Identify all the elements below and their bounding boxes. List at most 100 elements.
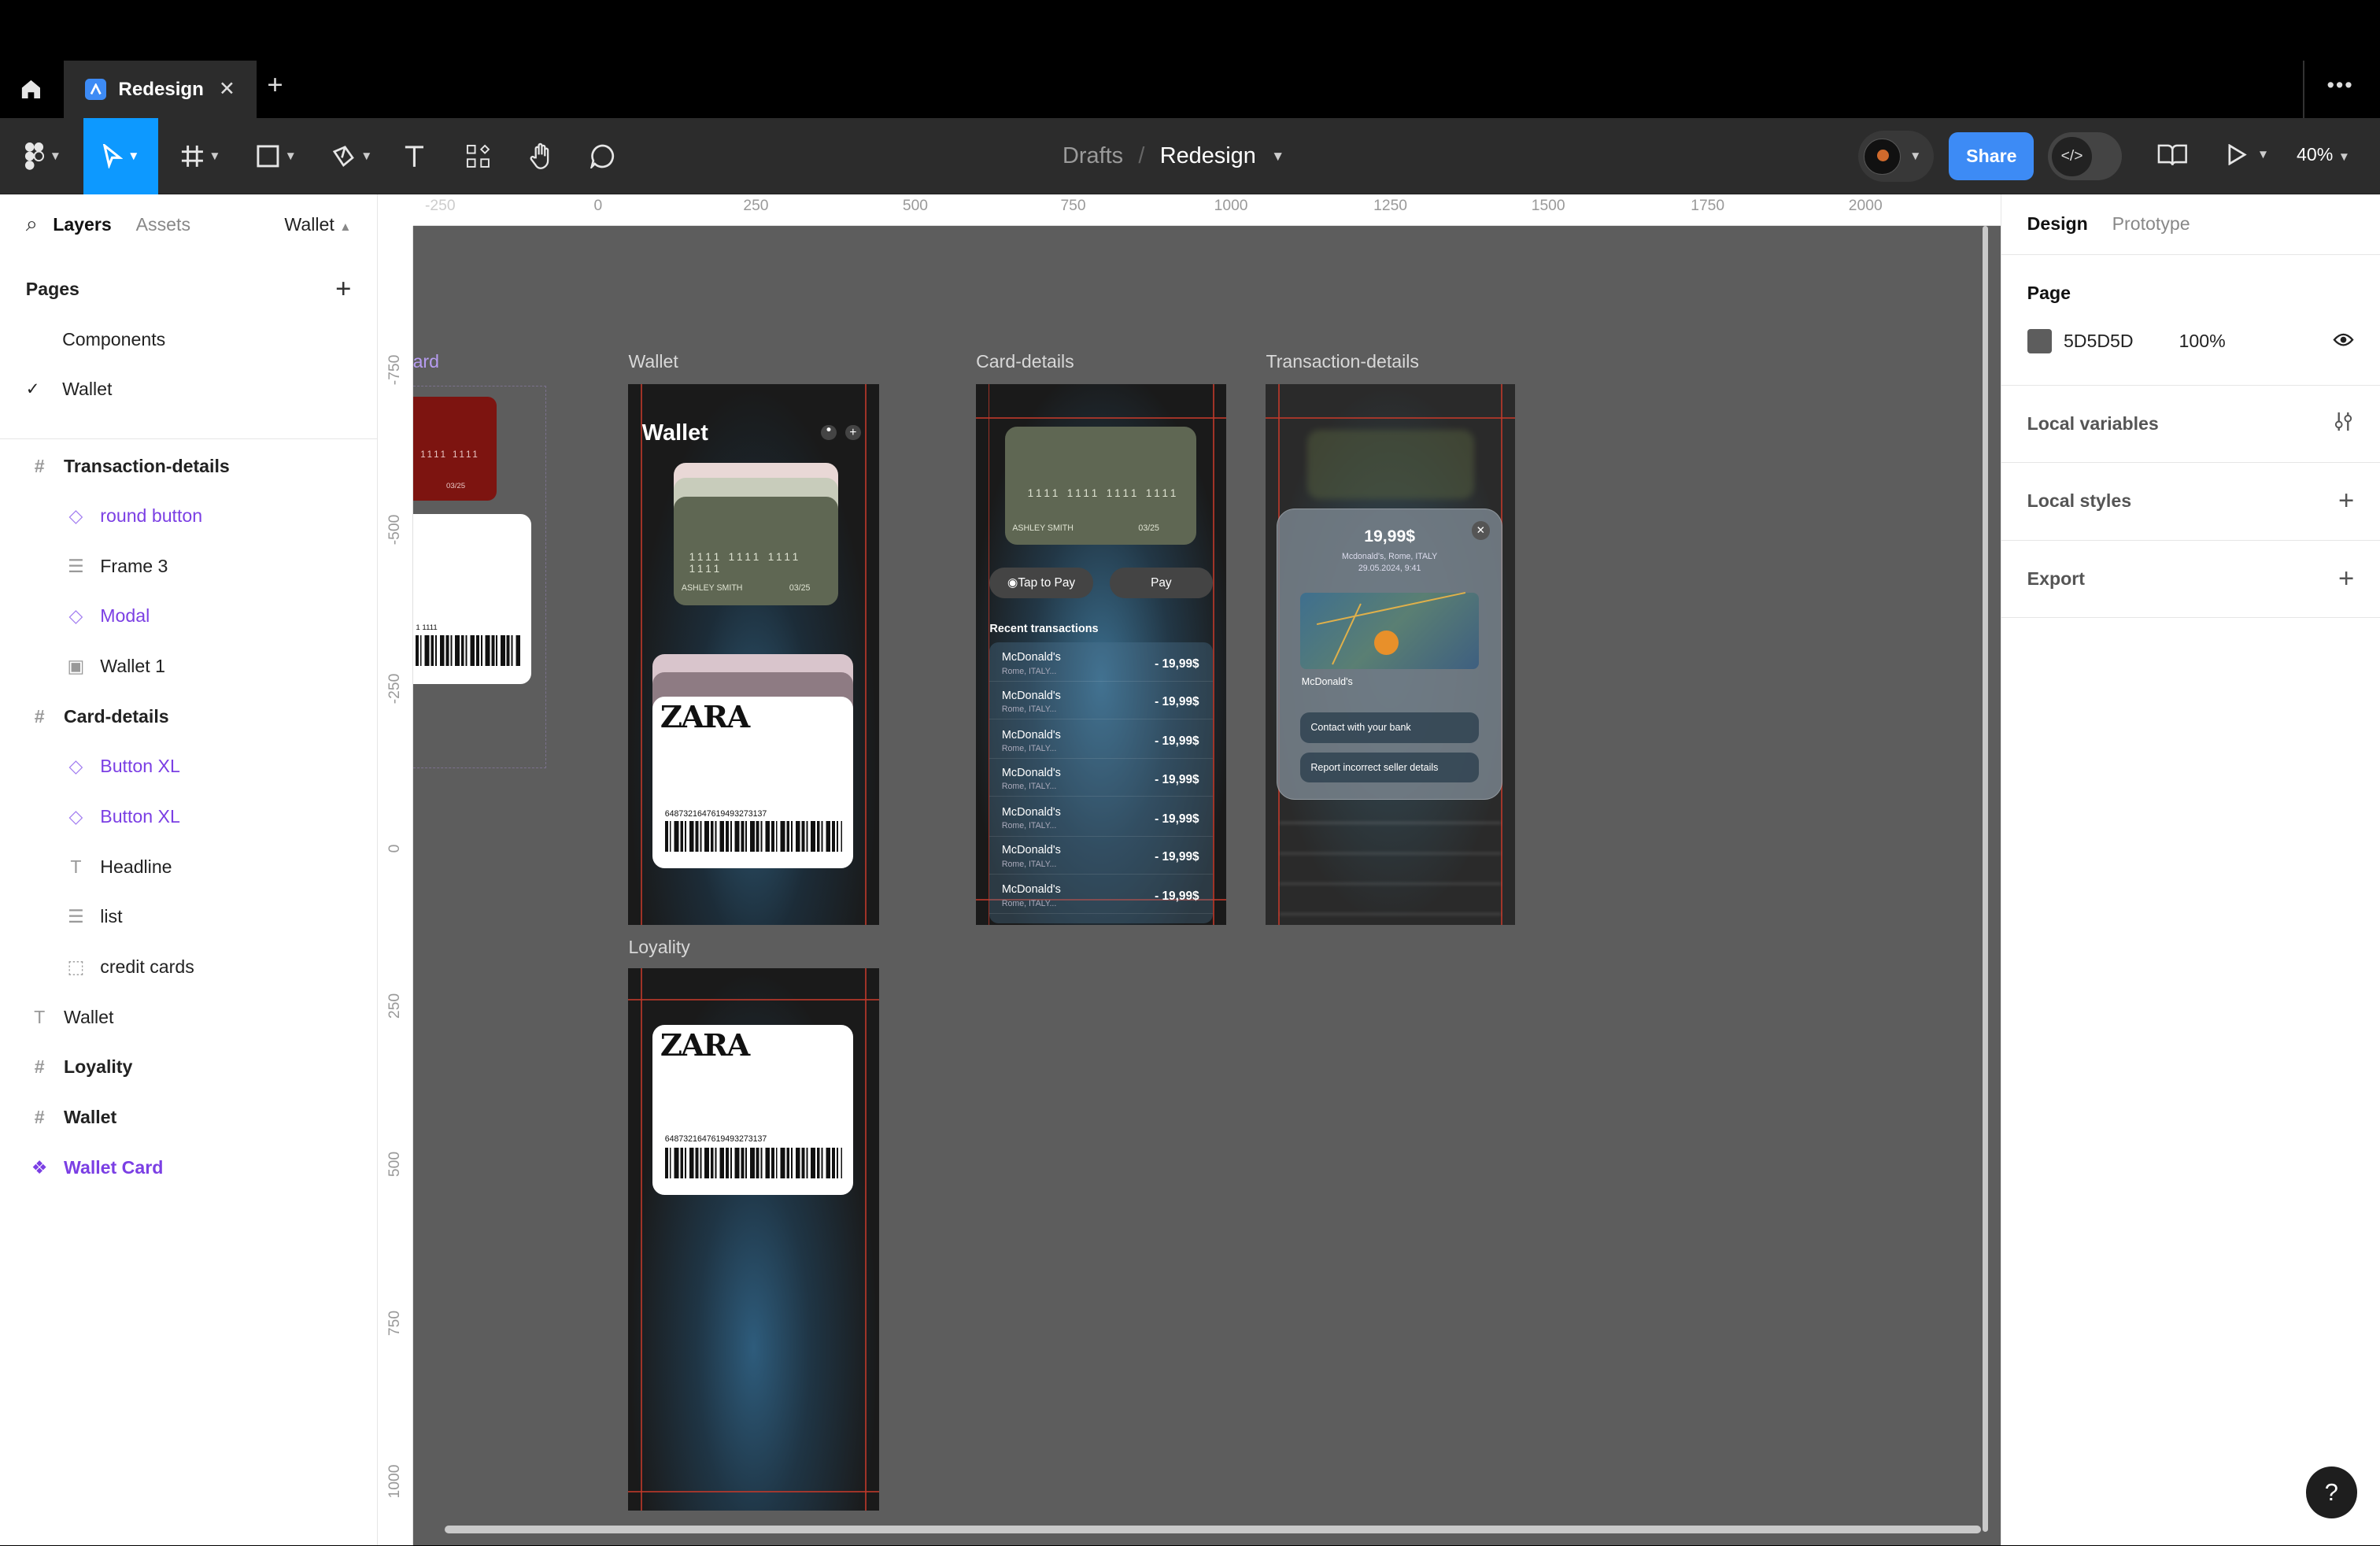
tab-assets[interactable]: Assets <box>136 214 190 235</box>
pen-tool-icon[interactable]: ▼ <box>322 118 382 194</box>
map-pin-icon <box>1374 631 1399 656</box>
card-expiry: 03/25 <box>1138 523 1159 534</box>
ruler-top[interactable]: -250 0 250 500 750 1000 1250 1500 1750 2… <box>378 194 2001 227</box>
layer-group[interactable]: ⬚ credit cards <box>0 942 377 993</box>
search-icon[interactable]: ⌕ <box>26 212 38 237</box>
comment-tool-icon[interactable] <box>580 118 626 194</box>
add-page-icon[interactable]: + <box>335 274 351 305</box>
zoom-control[interactable]: 40% ▼ <box>2297 144 2350 165</box>
breadcrumb-title[interactable]: Redesign <box>1160 143 1256 169</box>
move-tool-icon[interactable]: ▼ <box>83 118 158 194</box>
layer-frame[interactable]: # Card-details <box>0 691 377 742</box>
layer-frame[interactable]: # Wallet <box>0 1093 377 1143</box>
chevron-down-icon[interactable]: ▼ <box>1271 148 1284 165</box>
present-button[interactable]: ▼ <box>2227 144 2269 166</box>
rectangle-tool-icon[interactable]: ▼ <box>246 118 306 194</box>
chevron-down-icon[interactable]: ▼ <box>2257 148 2269 162</box>
local-styles-section[interactable]: Local styles + <box>2001 463 2380 541</box>
group-icon: ⬚ <box>67 956 85 977</box>
layer-component[interactable]: ❖ Wallet Card <box>0 1142 377 1193</box>
transaction-details-frame[interactable]: ✕ 19,99$ Mcdonald's, Rome, ITALY 29.05.2… <box>1266 383 1515 925</box>
add-style-icon[interactable]: + <box>2338 486 2354 516</box>
layer-instance[interactable]: ◇ round button <box>0 491 377 542</box>
layer-instance[interactable]: ◇ Button XL <box>0 742 377 792</box>
breadcrumb[interactable]: Drafts / Redesign ▼ <box>1062 118 1284 194</box>
frame-label-wallet-card[interactable]: ard <box>413 351 439 372</box>
vertical-scrollbar[interactable] <box>1982 226 1989 1532</box>
page-item-label: Wallet <box>62 379 113 400</box>
recent-transactions-heading: Recent transactions <box>989 622 1099 635</box>
page-item[interactable]: Components <box>0 314 377 364</box>
page-item-active[interactable]: ✓ Wallet <box>0 364 377 415</box>
loyality-frame[interactable]: ZARA 6487321647619493273137 <box>628 968 879 1511</box>
transaction-amount: - 19,99$ <box>1155 695 1199 709</box>
frame-icon: # <box>34 1056 45 1078</box>
wallet-card-frame[interactable]: 1111 1111 03/25 1 1111 <box>412 385 547 768</box>
layer-frame[interactable]: # Loyality <box>0 1042 377 1093</box>
card-holder: ASHLEY SMITH <box>681 583 743 593</box>
brand-logo: ZARA <box>660 700 750 736</box>
home-icon[interactable] <box>0 61 62 118</box>
transaction-name: McDonald's <box>1001 766 1061 779</box>
local-variables-label: Local variables <box>2027 413 2159 435</box>
chevron-down-icon[interactable]: ▼ <box>1909 150 1921 164</box>
new-tab-icon[interactable]: + <box>267 70 283 101</box>
frame-label-loyality[interactable]: Loyality <box>628 937 689 958</box>
page-selector[interactable]: Wallet ▲ <box>284 214 351 235</box>
color-swatch[interactable] <box>2027 329 2052 354</box>
eye-icon[interactable] <box>2333 331 2354 352</box>
multiplayer-avatars[interactable]: ▼ <box>1857 130 1935 183</box>
canvas[interactable]: 1111 1111 03/25 1 1111 ard Wallet Wallet… <box>378 194 2001 1546</box>
layer-frame[interactable]: # Transaction-details <box>0 441 377 491</box>
loyalty-number: 6487321647619493273137 <box>664 1134 767 1144</box>
date-line: 29.05.2024, 9:41 <box>1358 564 1421 574</box>
close-icon[interactable]: ✕ <box>219 77 235 101</box>
frame-label-card-details[interactable]: Card-details <box>976 351 1074 372</box>
page-color-value[interactable]: 5D5D5D <box>2064 331 2179 352</box>
share-button[interactable]: Share <box>1949 131 2034 181</box>
panel-tabs: ⌕ Layers Assets Wallet ▲ <box>0 194 377 255</box>
breadcrumb-parent[interactable]: Drafts <box>1062 143 1123 169</box>
card-details-frame[interactable]: 1111 1111 1111 1111 ASHLEY SMITH 03/25 ◉… <box>976 383 1227 925</box>
instance-icon: ◇ <box>68 505 83 527</box>
export-section[interactable]: Export + <box>2001 541 2380 618</box>
file-tab[interactable]: Redesign ✕ <box>64 61 257 119</box>
layer-label: Frame 3 <box>100 555 168 576</box>
chevron-down-icon: ▼ <box>2338 150 2350 165</box>
tab-prototype[interactable]: Prototype <box>2112 213 2190 235</box>
dev-mode-toggle[interactable]: </> <box>2047 131 2123 181</box>
tab-design[interactable]: Design <box>2027 213 2088 235</box>
ruler-tick: 1000 <box>386 1464 403 1499</box>
wallet-frame[interactable]: Wallet ● + 1111 1111 1111 1111 ASHLEY SM… <box>628 383 879 925</box>
more-icon[interactable]: ••• <box>2327 73 2354 98</box>
frame-label-wallet[interactable]: Wallet <box>628 351 678 372</box>
avatar[interactable] <box>1864 138 1901 175</box>
ruler-tick: 0 <box>593 197 603 214</box>
resources-icon[interactable] <box>456 118 501 194</box>
horizontal-scrollbar[interactable] <box>445 1526 1981 1533</box>
page-fill-row[interactable]: 5D5D5D 100% <box>2027 329 2355 354</box>
card-holder: ASHLEY SMITH <box>1012 523 1074 534</box>
text-tool-icon[interactable] <box>392 118 438 194</box>
layer-text[interactable]: T Wallet <box>0 992 377 1042</box>
main-menu-icon[interactable]: ▼ <box>12 118 72 194</box>
ruler-tick: 500 <box>902 197 929 214</box>
layer-text[interactable]: T Headline <box>0 841 377 892</box>
library-icon[interactable] <box>2157 142 2188 173</box>
help-button[interactable]: ? <box>2305 1466 2358 1518</box>
page-opacity-value[interactable]: 100% <box>2179 331 2226 352</box>
tab-layers[interactable]: Layers <box>53 214 112 235</box>
ruler-tick: 750 <box>1060 197 1086 214</box>
sliders-icon[interactable] <box>2333 411 2354 437</box>
layer-autolayout[interactable]: ☰ list <box>0 892 377 942</box>
layer-instance[interactable]: ◇ Modal <box>0 591 377 642</box>
layer-instance[interactable]: ◇ Button XL <box>0 792 377 842</box>
frame-tool-icon[interactable]: ▼ <box>170 118 231 194</box>
layer-image[interactable]: ▣ Wallet 1 <box>0 642 377 692</box>
layer-autolayout[interactable]: ☰ Frame 3 <box>0 542 377 592</box>
frame-label-transaction-details[interactable]: Transaction-details <box>1266 351 1419 372</box>
add-export-icon[interactable]: + <box>2338 564 2354 594</box>
ruler-left[interactable]: -750 -500 -250 0 250 500 750 1000 <box>378 194 413 1546</box>
hand-tool-icon[interactable] <box>519 118 565 194</box>
local-variables-section[interactable]: Local variables <box>2001 386 2380 464</box>
